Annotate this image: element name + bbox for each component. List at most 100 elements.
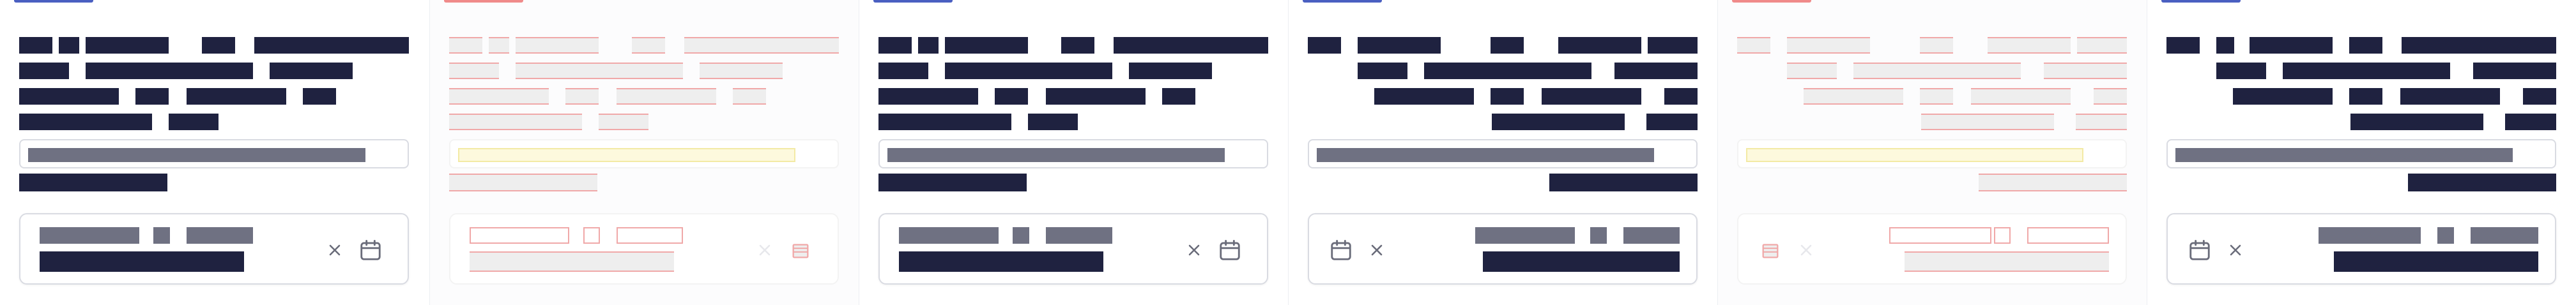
top-accent-bar <box>14 0 93 3</box>
redacted-word <box>1424 63 1591 79</box>
date-segment[interactable] <box>40 227 139 244</box>
redacted-line <box>2166 37 2556 55</box>
placeholder-input-field[interactable] <box>449 139 839 168</box>
redacted-helper-text <box>19 174 167 191</box>
masked-input-field[interactable] <box>1308 139 1698 168</box>
calendar-icon[interactable] <box>1216 236 1244 264</box>
redacted-word <box>2166 37 2200 54</box>
placeholder-date-input-card[interactable] <box>1737 213 2127 285</box>
redacted-word <box>270 63 353 79</box>
placeholder-date-segment[interactable] <box>1994 227 2011 244</box>
placeholder-word <box>733 88 766 105</box>
placeholder-date-segment[interactable] <box>2027 227 2109 244</box>
top-accent-bar <box>2161 0 2241 3</box>
date-segment[interactable] <box>899 227 999 244</box>
placeholder-helper-text <box>449 174 597 191</box>
redacted-word <box>2250 37 2333 54</box>
placeholder-word <box>449 37 482 54</box>
calendar-icon[interactable] <box>1756 236 1784 264</box>
redacted-word <box>135 88 169 105</box>
calendar-icon[interactable] <box>356 236 385 264</box>
redacted-line <box>19 114 409 131</box>
close-icon[interactable] <box>751 236 779 264</box>
placeholder-word <box>1921 114 2054 130</box>
top-accent-bar <box>444 0 523 3</box>
calendar-icon[interactable] <box>786 236 815 264</box>
date-segment[interactable] <box>1013 227 1029 244</box>
date-segment[interactable] <box>2437 227 2454 244</box>
date-segment[interactable] <box>1046 227 1112 244</box>
close-icon[interactable] <box>2221 236 2250 264</box>
placeholder-input-field[interactable] <box>1737 139 2127 168</box>
placeholder-date-segment[interactable] <box>617 227 683 244</box>
redacted-date-value <box>40 251 244 272</box>
redacted-word <box>1648 37 1698 54</box>
placeholder-line <box>449 37 839 55</box>
redacted-word <box>2523 88 2556 105</box>
redacted-word <box>878 114 1011 130</box>
redacted-word <box>2473 63 2556 79</box>
placeholder-date-segment[interactable] <box>470 227 569 244</box>
placeholder-text-block <box>449 37 839 139</box>
close-icon[interactable] <box>1180 236 1208 264</box>
placeholder-word <box>1920 37 1953 54</box>
calendar-icon[interactable] <box>2186 236 2214 264</box>
redacted-word <box>19 63 69 79</box>
placeholder-line <box>449 88 839 106</box>
redacted-word <box>1358 37 1441 54</box>
date-input-card[interactable] <box>2166 213 2556 285</box>
date-segment[interactable] <box>1590 227 1607 244</box>
date-segment[interactable] <box>153 227 170 244</box>
date-segment[interactable] <box>1623 227 1680 244</box>
redacted-line <box>1308 37 1698 55</box>
date-input-card[interactable] <box>1308 213 1698 285</box>
date-field-panel-ltr-2 <box>429 0 859 305</box>
placeholder-input-value <box>458 148 795 162</box>
calendar-icon[interactable] <box>1327 236 1355 264</box>
redacted-word <box>1129 63 1212 79</box>
date-input-card[interactable] <box>19 213 409 285</box>
panel-strip <box>0 0 2576 305</box>
placeholder-word <box>449 63 499 79</box>
close-icon[interactable] <box>321 236 349 264</box>
placeholder-word <box>1787 37 1870 54</box>
placeholder-word <box>1971 88 2071 105</box>
masked-input-value <box>2175 148 2513 162</box>
placeholder-line <box>1737 37 2127 55</box>
date-segment[interactable] <box>1475 227 1575 244</box>
redacted-line <box>878 114 1268 131</box>
redacted-word <box>1491 37 1524 54</box>
masked-input-value <box>1317 148 1654 162</box>
close-icon[interactable] <box>1792 236 1820 264</box>
redacted-word <box>19 37 52 54</box>
date-segment[interactable] <box>2471 227 2538 244</box>
redacted-word <box>303 88 336 105</box>
redacted-word <box>1028 114 1078 130</box>
redacted-word <box>1646 114 1698 130</box>
date-input-card[interactable] <box>878 213 1268 285</box>
placeholder-date-segment[interactable] <box>583 227 600 244</box>
date-field-panel-rtl-1 <box>1288 0 1717 305</box>
placeholder-date-input-card[interactable] <box>449 213 839 285</box>
placeholder-date-segment[interactable] <box>1889 227 1991 244</box>
redacted-helper-text <box>2408 174 2556 191</box>
redacted-word <box>1061 37 1094 54</box>
redacted-word <box>918 37 939 54</box>
masked-input-field[interactable] <box>19 139 409 168</box>
redacted-word <box>1614 63 1698 79</box>
redacted-line <box>19 37 409 55</box>
placeholder-word <box>2094 88 2127 105</box>
placeholder-line <box>1737 63 2127 80</box>
date-segment[interactable] <box>2319 227 2421 244</box>
redacted-text-block <box>878 37 1268 139</box>
masked-input-field[interactable] <box>878 139 1268 168</box>
close-icon[interactable] <box>1363 236 1391 264</box>
placeholder-line <box>1737 114 2127 131</box>
redacted-word <box>1664 88 1698 105</box>
date-segment[interactable] <box>187 227 253 244</box>
redacted-word <box>878 37 912 54</box>
redacted-word <box>1558 37 1641 54</box>
redacted-word <box>202 37 235 54</box>
masked-input-field[interactable] <box>2166 139 2556 168</box>
placeholder-word <box>565 88 599 105</box>
